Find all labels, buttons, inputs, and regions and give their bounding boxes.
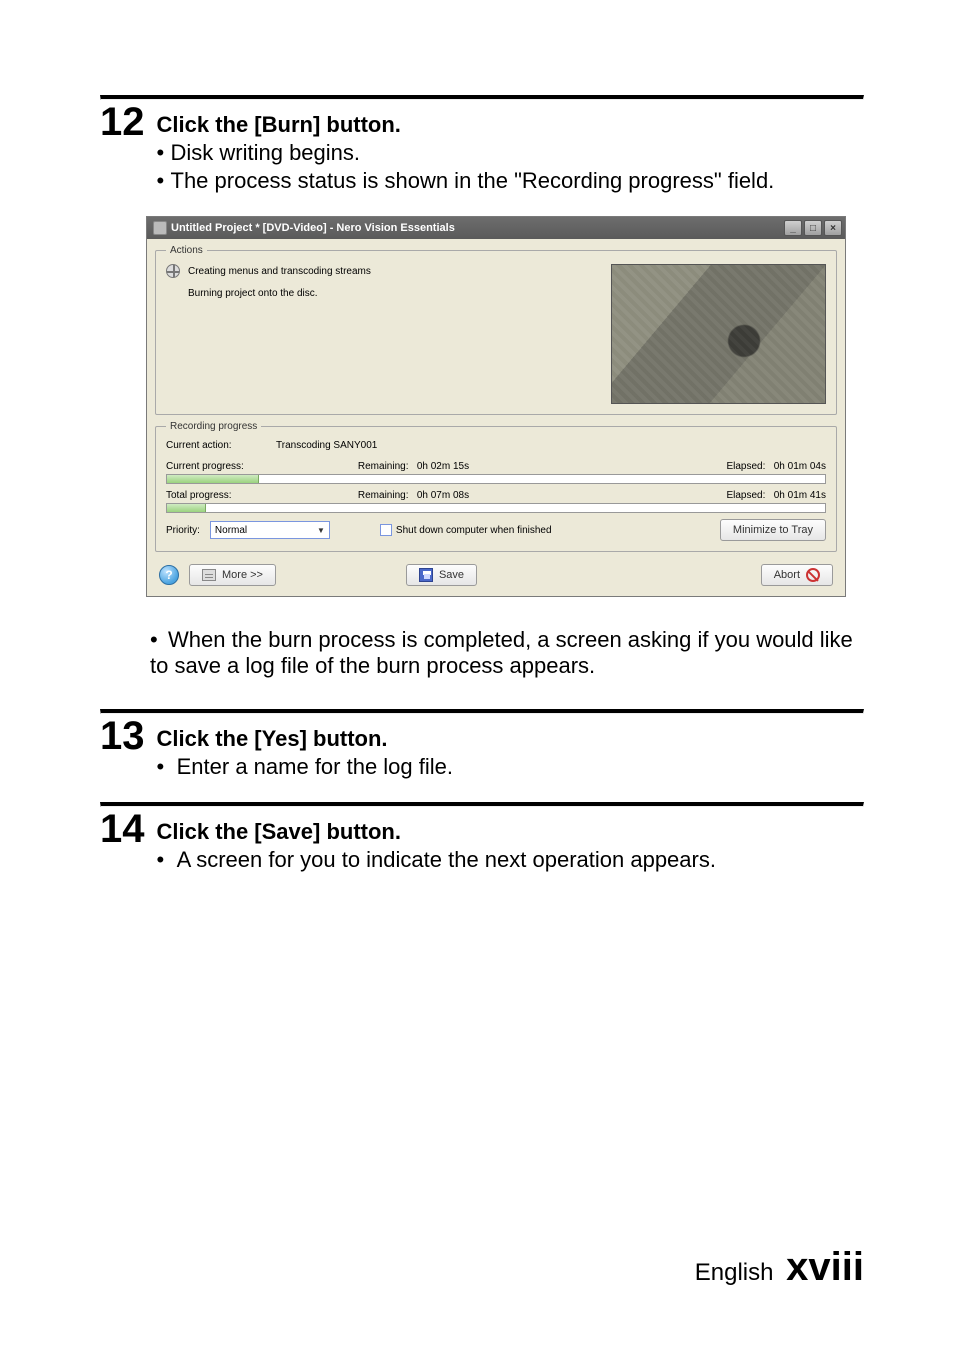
- step-body: Click the [Yes] button. • Enter a name f…: [157, 716, 865, 780]
- checkbox-icon: [380, 524, 392, 536]
- help-icon[interactable]: ?: [159, 565, 179, 585]
- step-bullet: • A screen for you to indicate the next …: [157, 847, 865, 873]
- bullet-text: Enter a name for the log file.: [177, 754, 453, 779]
- minimize-to-tray-button[interactable]: Minimize to Tray: [720, 519, 826, 541]
- step-number: 14: [100, 809, 145, 849]
- step-bullet: •The process status is shown in the "Rec…: [157, 168, 865, 194]
- window-title: Untitled Project * [DVD-Video] - Nero Vi…: [171, 222, 455, 234]
- window-body: Actions Creating menus and transcoding s…: [147, 239, 845, 596]
- app-icon: [153, 221, 167, 235]
- section-rule: [100, 802, 864, 807]
- step-12: 12 Click the [Burn] button. •Disk writin…: [100, 102, 864, 194]
- footer-page: xviii: [786, 1245, 864, 1289]
- elapsed-value: 0h 01m 04s: [774, 461, 826, 472]
- button-label: More >>: [222, 569, 263, 581]
- current-progress-fill: [167, 475, 259, 483]
- window-controls: _ □ ×: [784, 220, 842, 236]
- remaining-value: 0h 07m 08s: [417, 490, 469, 501]
- action-text: Burning project onto the disc.: [188, 288, 318, 299]
- save-button[interactable]: Save: [406, 564, 477, 586]
- footer-language: English: [695, 1259, 774, 1286]
- current-action-label: Current action:: [166, 440, 276, 451]
- total-progress-fill: [167, 504, 206, 512]
- save-icon: [419, 568, 433, 582]
- abort-icon: [806, 568, 820, 582]
- step-14: 14 Click the [Save] button. • A screen f…: [100, 809, 864, 873]
- page-footer: English xviii: [695, 1245, 864, 1290]
- elapsed-value: 0h 01m 41s: [774, 490, 826, 501]
- shutdown-checkbox[interactable]: Shut down computer when finished: [380, 524, 552, 536]
- more-icon: [202, 569, 216, 581]
- step-number: 12: [100, 102, 145, 142]
- step-title: Click the [Save] button.: [157, 819, 865, 845]
- step-bullet: • Enter a name for the log file.: [157, 754, 865, 780]
- current-action-value: Transcoding SANY001: [276, 440, 826, 451]
- actions-legend: Actions: [166, 245, 207, 256]
- actions-list: Creating menus and transcoding streams B…: [166, 264, 599, 404]
- step-bullet: •Disk writing begins.: [157, 140, 865, 166]
- current-progress-label: Current progress:: [166, 461, 276, 472]
- remaining-label: Remaining:: [358, 461, 409, 472]
- gear-icon: [166, 264, 180, 278]
- section-rule: [100, 709, 864, 714]
- maximize-button[interactable]: □: [804, 220, 822, 236]
- chevron-down-icon: ▼: [317, 526, 325, 535]
- abort-button[interactable]: Abort: [761, 564, 833, 586]
- action-text: Creating menus and transcoding streams: [188, 266, 371, 277]
- step-title: Click the [Yes] button.: [157, 726, 865, 752]
- bullet-text: A screen for you to indicate the next op…: [177, 847, 716, 872]
- step-body: Click the [Save] button. • A screen for …: [157, 809, 865, 873]
- remaining-label: Remaining:: [358, 490, 409, 501]
- step-title: Click the [Burn] button.: [157, 112, 865, 138]
- total-progress-bar: [166, 503, 826, 513]
- bottom-bar: ? More >> Save Abort: [155, 558, 837, 588]
- bullet-text: Disk writing begins.: [171, 140, 361, 165]
- recording-legend: Recording progress: [166, 421, 261, 432]
- bullet-text: The process status is shown in the "Reco…: [171, 168, 775, 193]
- note-text: When the burn process is completed, a sc…: [150, 627, 853, 678]
- priority-label: Priority:: [166, 525, 200, 536]
- nero-window: Untitled Project * [DVD-Video] - Nero Vi…: [146, 216, 846, 597]
- remaining-value: 0h 02m 15s: [417, 461, 469, 472]
- close-button[interactable]: ×: [824, 220, 842, 236]
- priority-value: Normal: [215, 525, 247, 536]
- elapsed-label: Elapsed:: [726, 461, 765, 472]
- minimize-button[interactable]: _: [784, 220, 802, 236]
- section-rule: [100, 95, 864, 100]
- video-preview: [611, 264, 826, 404]
- window-titlebar[interactable]: Untitled Project * [DVD-Video] - Nero Vi…: [147, 217, 845, 239]
- recording-progress-group: Recording progress Current action: Trans…: [155, 421, 837, 552]
- actions-group: Actions Creating menus and transcoding s…: [155, 245, 837, 415]
- step-number: 13: [100, 716, 145, 756]
- step-note: •When the burn process is completed, a s…: [150, 627, 864, 679]
- current-progress-bar: [166, 474, 826, 484]
- total-progress-label: Total progress:: [166, 490, 276, 501]
- step-13: 13 Click the [Yes] button. • Enter a nam…: [100, 716, 864, 780]
- shutdown-label: Shut down computer when finished: [396, 525, 552, 536]
- button-label: Minimize to Tray: [733, 524, 813, 536]
- priority-select[interactable]: Normal ▼: [210, 521, 330, 539]
- button-label: Abort: [774, 569, 800, 581]
- action-item: Burning project onto the disc.: [188, 288, 599, 299]
- step-body: Click the [Burn] button. •Disk writing b…: [157, 102, 865, 194]
- action-item: Creating menus and transcoding streams: [166, 264, 599, 278]
- elapsed-label: Elapsed:: [726, 490, 765, 501]
- button-label: Save: [439, 569, 464, 581]
- more-button[interactable]: More >>: [189, 564, 276, 586]
